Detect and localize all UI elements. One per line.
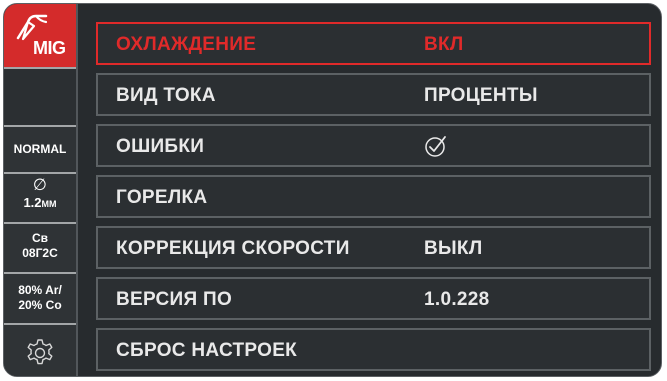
menu-item-reset-settings[interactable]: СБРОС НАСТРОЕК xyxy=(96,328,651,371)
diameter-unit: ММ xyxy=(41,199,57,209)
profile-cell[interactable]: NORMAL xyxy=(4,125,76,172)
gear-icon xyxy=(27,339,53,365)
wire-diameter-cell[interactable]: ∅ 1.2ММ xyxy=(4,172,76,222)
wire-type-cell[interactable]: Св 08Г2С xyxy=(4,222,76,272)
welder-display: MIG NORMAL ∅ 1.2ММ Св 08Г2С 80% Ar/ 20% … xyxy=(3,3,662,377)
menu-item-current-type[interactable]: ВИД ТОКА ПРОЦЕНТЫ xyxy=(96,73,651,116)
gas-mix-line2: 20% Co xyxy=(18,298,62,312)
menu-item-value: 1.0.228 xyxy=(424,289,490,310)
menu-item-errors[interactable]: ОШИБКИ xyxy=(96,124,651,167)
menu-item-label: КОРРЕКЦИЯ СКОРОСТИ xyxy=(116,238,350,259)
diameter-icon: ∅ xyxy=(33,177,47,194)
menu-item-label: ОШИБКИ xyxy=(116,136,205,157)
sidebar-empty-cell xyxy=(4,67,76,125)
menu-item-label: ВИД ТОКА xyxy=(116,85,216,106)
menu-item-label: ОХЛАЖДЕНИЕ xyxy=(116,34,257,55)
diameter-value: 1.2ММ xyxy=(23,195,57,210)
menu-item-label: ГОРЕЛКА xyxy=(116,187,208,208)
sidebar: MIG NORMAL ∅ 1.2ММ Св 08Г2С 80% Ar/ 20% … xyxy=(4,4,78,376)
menu-item-software-version[interactable]: ВЕРСИЯ ПО 1.0.228 xyxy=(96,277,651,320)
wire-type-line2: 08Г2С xyxy=(22,246,58,260)
mode-tile-mig[interactable]: MIG xyxy=(4,4,76,67)
mode-label: MIG xyxy=(33,38,66,58)
gas-mix-line1: 80% Ar/ xyxy=(18,283,62,297)
profile-label: NORMAL xyxy=(13,142,67,156)
menu-item-torch[interactable]: ГОРЕЛКА xyxy=(96,175,651,218)
menu-item-speed-correction[interactable]: КОРРЕКЦИЯ СКОРОСТИ ВЫКЛ xyxy=(96,226,651,269)
wire-type-line1: Св xyxy=(31,231,49,245)
menu-item-value: ВЫКЛ xyxy=(424,238,483,259)
check-circle-icon xyxy=(425,136,446,157)
menu-item-label: ВЕРСИЯ ПО xyxy=(116,289,233,310)
settings-menu: ОХЛАЖДЕНИЕ ВКЛ ВИД ТОКА ПРОЦЕНТЫ ОШИБКИ … xyxy=(96,22,651,376)
menu-item-value: ВКЛ xyxy=(424,34,464,55)
menu-item-label: СБРОС НАСТРОЕК xyxy=(116,340,298,361)
menu-item-value: ПРОЦЕНТЫ xyxy=(424,85,538,106)
menu-item-cooling[interactable]: ОХЛАЖДЕНИЕ ВКЛ xyxy=(96,22,651,65)
gas-mix-cell[interactable]: 80% Ar/ 20% Co xyxy=(4,272,76,323)
settings-cell[interactable] xyxy=(4,323,76,376)
